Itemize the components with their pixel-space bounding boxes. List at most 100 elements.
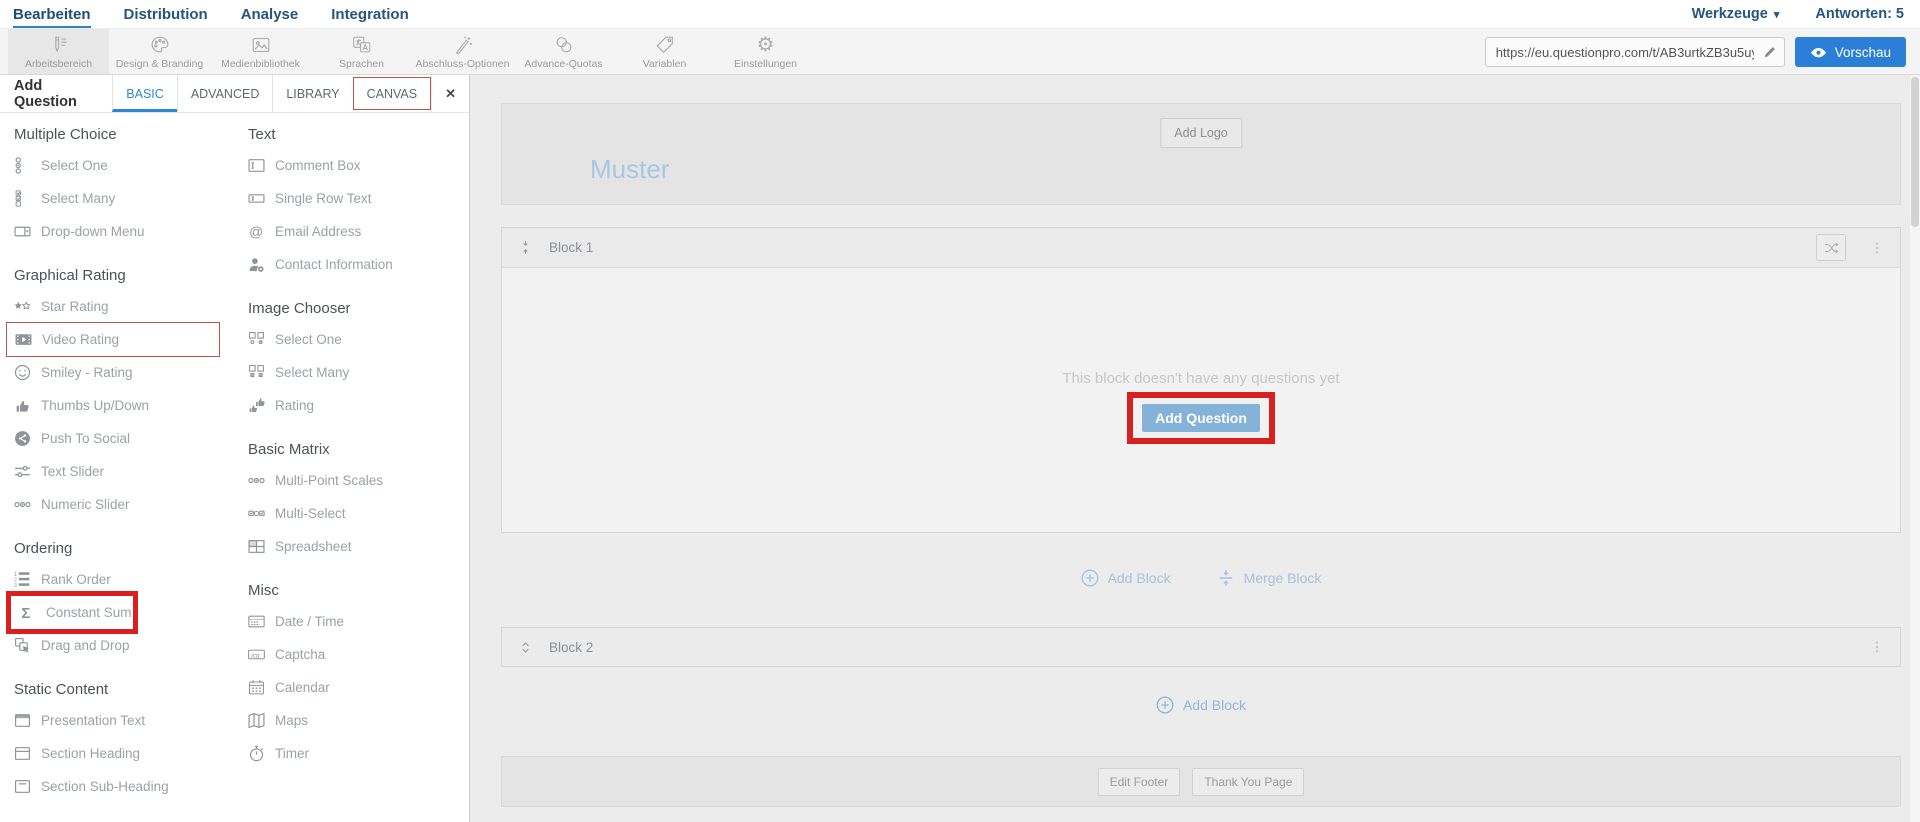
section-title: Text <box>240 121 464 149</box>
toolbar-item-einstellungen[interactable]: ⚙Einstellungen <box>715 29 816 74</box>
toolbar-item-arbeitsbereich[interactable]: Arbeitsbereich <box>8 29 109 74</box>
randomize-questions-icon[interactable] <box>1816 234 1846 261</box>
question-type-section-sub-heading[interactable]: Section Sub-Heading <box>6 770 234 803</box>
constant-sum-icon: Σ <box>19 604 36 621</box>
image-rating-icon <box>248 397 265 414</box>
collapse-block-icon[interactable] <box>518 240 533 255</box>
svg-text:icg: icg <box>251 652 260 659</box>
panel-header: Add Question BASICADVANCEDLIBRARYCANVAS … <box>0 75 469 113</box>
block-actions-row: Add Block Merge Block <box>501 563 1901 593</box>
question-type-push-to-social[interactable]: Push To Social <box>6 422 234 455</box>
question-section-multiple-choice: Multiple ChoiceSelect OneSelect ManyDrop… <box>6 121 234 248</box>
push-social-icon <box>14 430 31 447</box>
expand-block-icon[interactable] <box>518 640 533 655</box>
question-type-star-rating[interactable]: Star Rating <box>6 290 234 323</box>
tab-advanced[interactable]: ADVANCED <box>177 75 273 112</box>
question-type-date-time[interactable]: Date / Time <box>240 605 464 638</box>
question-type-smiley-rating[interactable]: Smiley - Rating <box>6 356 234 389</box>
annotation-box-add-question: Add Question <box>1127 392 1275 444</box>
email-icon: @ <box>248 223 265 240</box>
nav-right: Werkzeuge ▾ Antworten: 5 <box>1692 6 1904 22</box>
video-rating-icon <box>15 331 32 348</box>
tab-library[interactable]: LIBRARY <box>272 75 352 112</box>
add-block-button[interactable]: Add Block <box>1081 569 1171 587</box>
add-block-button-2[interactable]: Add Block <box>1156 696 1246 714</box>
question-type-presentation-text[interactable]: Presentation Text <box>6 704 234 737</box>
question-type-thumbs-up-down[interactable]: Thumbs Up/Down <box>6 389 234 422</box>
question-type-timer[interactable]: Timer <box>240 737 464 770</box>
preview-button[interactable]: Vorschau <box>1795 37 1906 67</box>
question-type-section-heading[interactable]: Section Heading <box>6 737 234 770</box>
question-type-constant-sum[interactable]: ΣConstant Sum <box>6 591 138 634</box>
add-block-label: Add Block <box>1108 570 1171 586</box>
add-block-2-label: Add Block <box>1183 697 1246 713</box>
multiselect-icon <box>248 505 265 522</box>
question-type-text-slider[interactable]: Text Slider <box>6 455 234 488</box>
nav-tab-integration[interactable]: Integration <box>331 0 409 28</box>
drag-drop-icon <box>14 637 31 654</box>
scrollbar-thumb[interactable] <box>1911 77 1919 227</box>
add-question-button[interactable]: Add Question <box>1142 404 1260 432</box>
block-menu-icon[interactable] <box>1870 240 1884 256</box>
question-type-select-one[interactable]: Select One <box>240 323 464 356</box>
question-type-captcha[interactable]: icgCaptcha <box>240 638 464 671</box>
merge-block-label: Merge Block <box>1244 570 1322 586</box>
thank-you-page-button[interactable]: Thank You Page <box>1192 768 1304 796</box>
survey-url-input[interactable] <box>1485 37 1785 67</box>
question-type-drag-and-drop[interactable]: Drag and Drop <box>6 629 234 662</box>
survey-header-card: Add Logo Muster <box>501 103 1901 205</box>
question-type-multi-select[interactable]: Multi-Select <box>240 497 464 530</box>
merge-block-button[interactable]: Merge Block <box>1217 569 1322 587</box>
nav-tab-distribution[interactable]: Distribution <box>124 0 208 28</box>
toolbar-item-sprachen[interactable]: Sprachen <box>311 29 412 74</box>
timer-icon <box>248 745 265 762</box>
question-type-drop-down-menu[interactable]: Drop-down Menu <box>6 215 234 248</box>
tools-menu-button[interactable]: Werkzeuge ▾ <box>1692 6 1780 22</box>
canvas-scrollbar <box>1910 75 1920 822</box>
block-2-actions <box>1870 639 1884 655</box>
question-type-comment-box[interactable]: Comment Box <box>240 149 464 182</box>
toolbar-item-advance-quotas[interactable]: Advance-Quotas <box>513 29 614 74</box>
nav-tab-analyse[interactable]: Analyse <box>241 0 299 28</box>
toolbar-item-abschluss-optionen[interactable]: Abschluss-Optionen <box>412 29 513 74</box>
toolbar-item-variablen[interactable]: Variablen <box>614 29 715 74</box>
question-type-video-rating[interactable]: Video Rating <box>6 322 220 357</box>
close-panel-icon[interactable]: ✕ <box>431 75 469 112</box>
toolbar-item-medienbibliothek[interactable]: Medienbibliothek <box>210 29 311 74</box>
section-title: Multiple Choice <box>6 121 234 149</box>
question-type-rating[interactable]: Rating <box>240 389 464 422</box>
block-2-name[interactable]: Block 2 <box>549 640 593 655</box>
spreadsheet-icon <box>248 538 265 555</box>
nav-tab-bearbeiten[interactable]: Bearbeiten <box>13 0 91 28</box>
add-logo-button[interactable]: Add Logo <box>1160 118 1242 148</box>
question-type-calendar[interactable]: Calendar <box>240 671 464 704</box>
question-column-2: TextComment BoxSingle Row Text@Email Add… <box>240 113 464 770</box>
question-type-single-row-text[interactable]: Single Row Text <box>240 182 464 215</box>
toolbar-right: Vorschau <box>1485 37 1906 67</box>
question-type-select-many[interactable]: Select Many <box>6 182 234 215</box>
question-column-1: Multiple ChoiceSelect OneSelect ManyDrop… <box>6 113 234 803</box>
main-nav-tabs: Bearbeiten Distribution Analyse Integration <box>13 0 409 28</box>
question-type-numeric-slider[interactable]: Numeric Slider <box>6 488 234 521</box>
block-1-name[interactable]: Block 1 <box>549 240 593 255</box>
comment-box-icon <box>248 157 265 174</box>
question-type-spreadsheet[interactable]: Spreadsheet <box>240 530 464 563</box>
section-heading-icon <box>14 745 31 762</box>
toolbar: ArbeitsbereichDesign & BrandingMedienbib… <box>0 28 1920 75</box>
question-type-email-address[interactable]: @Email Address <box>240 215 464 248</box>
question-type-maps[interactable]: Maps <box>240 704 464 737</box>
tab-basic[interactable]: BASIC <box>112 75 177 112</box>
question-type-multi-point-scales[interactable]: Multi-Point Scales <box>240 464 464 497</box>
block-menu-icon[interactable] <box>1870 639 1884 655</box>
edit-url-icon[interactable] <box>1763 45 1777 59</box>
survey-title[interactable]: Muster <box>590 154 669 185</box>
section-title: Ordering <box>6 535 234 563</box>
question-type-select-many[interactable]: Select Many <box>240 356 464 389</box>
question-type-contact-information[interactable]: Contact Information <box>240 248 464 281</box>
question-type-select-one[interactable]: Select One <box>6 149 234 182</box>
edit-footer-button[interactable]: Edit Footer <box>1098 768 1181 796</box>
toolbar-item-design-branding[interactable]: Design & Branding <box>109 29 210 74</box>
rank-order-icon: 123 <box>14 571 31 588</box>
tab-canvas[interactable]: CANVAS <box>353 77 431 110</box>
responses-count[interactable]: Antworten: 5 <box>1815 6 1904 22</box>
